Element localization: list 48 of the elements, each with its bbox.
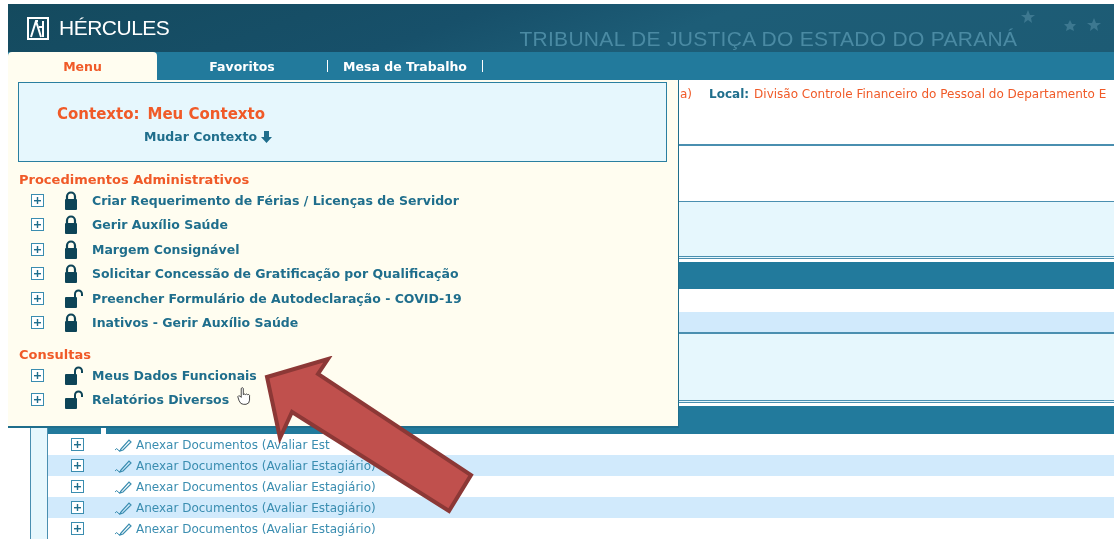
pencil-icon bbox=[114, 500, 132, 515]
context-value: Meu Contexto bbox=[147, 105, 265, 123]
context-text: a) bbox=[680, 87, 693, 103]
nav-tab[interactable]: Mesa de Trabalho bbox=[328, 52, 482, 80]
pencil-icon bbox=[114, 458, 132, 473]
location-label: Local: bbox=[709, 87, 750, 103]
expand-icon[interactable] bbox=[70, 480, 84, 493]
change-context-link[interactable]: Mudar Contexto bbox=[144, 129, 272, 144]
app-name: HÉRCULES bbox=[59, 16, 170, 40]
location-value: Divisão Controle Financeiro do Pessoal do Departamento E bbox=[754, 87, 1107, 103]
task-label: Anexar Documentos (Avaliar Estagiário) bbox=[136, 500, 376, 515]
expand-icon[interactable] bbox=[31, 193, 44, 207]
logo-icon bbox=[27, 16, 49, 40]
menu-item-link[interactable]: Margem Consignável bbox=[92, 241, 240, 257]
down-arrow-icon bbox=[261, 130, 272, 143]
task-label: Anexar Documentos (Avaliar Estagiário) bbox=[136, 458, 376, 473]
menu-item-link[interactable]: Criar Requerimento de Férias / Licenças de Servidor bbox=[92, 192, 459, 208]
task-row[interactable]: Anexar Documentos (Avaliar Estagiário) bbox=[48, 455, 1114, 476]
nav-tab[interactable]: Favoritos bbox=[157, 52, 327, 80]
expand-icon[interactable] bbox=[31, 316, 44, 330]
expand-icon[interactable] bbox=[31, 368, 44, 382]
task-label: Anexar Documentos (Avaliar Est bbox=[136, 437, 330, 452]
menu-item-link[interactable]: Gerir Auxílio Saúde bbox=[92, 217, 228, 233]
menu-item-link[interactable]: Inativos - Gerir Auxílio Saúde bbox=[92, 315, 299, 331]
expand-icon[interactable] bbox=[31, 291, 44, 305]
nav-tab[interactable]: Menu bbox=[8, 52, 157, 80]
expand-icon[interactable] bbox=[31, 267, 44, 281]
menu-item-link[interactable]: Meus Dados Funcionais bbox=[92, 367, 257, 383]
pencil-icon bbox=[114, 437, 132, 452]
expand-icon[interactable] bbox=[31, 218, 44, 232]
hand-cursor-icon bbox=[237, 387, 251, 405]
menu-item-link[interactable]: Solicitar Concessão de Gratificação por Qualificação bbox=[92, 266, 459, 282]
section-title: Procedimentos Administrativos bbox=[19, 172, 250, 187]
menu-item-link[interactable]: Preencher Formulário de Autodeclaração - COVID-19 bbox=[92, 290, 462, 306]
pencil-icon bbox=[114, 521, 132, 536]
menu-item-link[interactable]: Relatórios Diversos bbox=[92, 392, 230, 408]
expand-icon[interactable] bbox=[31, 393, 44, 407]
expand-icon[interactable] bbox=[70, 522, 84, 535]
pencil-icon bbox=[114, 479, 132, 494]
expand-icon[interactable] bbox=[70, 501, 84, 514]
task-row[interactable]: Anexar Documentos (Avaliar Estagiário) bbox=[48, 497, 1114, 518]
section-title: Consultas bbox=[19, 347, 91, 362]
expand-icon[interactable] bbox=[70, 459, 84, 472]
task-label: Anexar Documentos (Avaliar Estagiário) bbox=[136, 521, 376, 536]
expand-icon[interactable] bbox=[70, 438, 84, 451]
task-label: Anexar Documentos (Avaliar Estagiário) bbox=[136, 479, 376, 494]
expand-icon[interactable] bbox=[31, 242, 44, 256]
context-label: Contexto: bbox=[57, 105, 140, 123]
